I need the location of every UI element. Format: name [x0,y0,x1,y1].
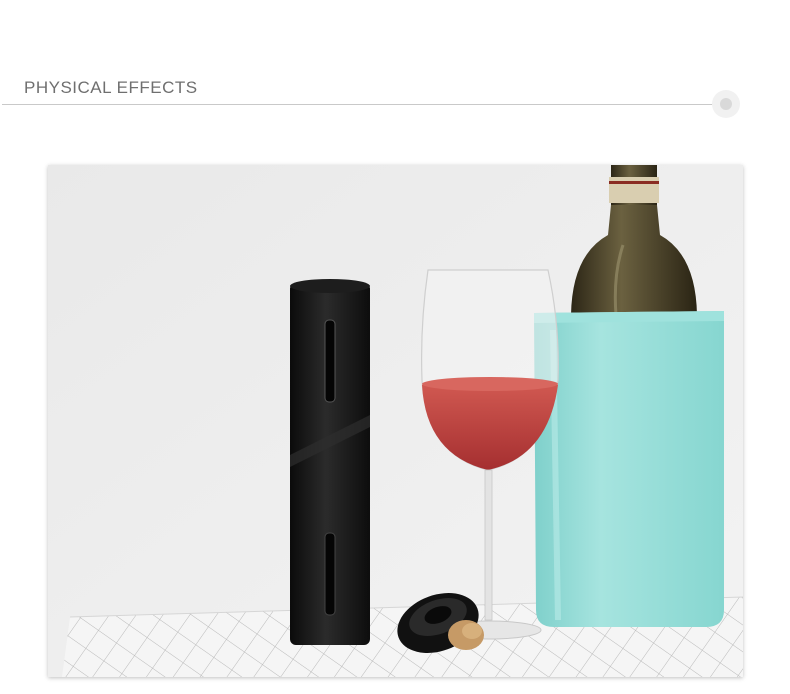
wine-cooler [534,311,724,627]
section-divider [2,104,714,105]
electric-wine-opener [290,279,370,645]
product-photo [48,165,743,677]
cork [448,620,484,650]
section-dot-icon [712,90,740,118]
section-header: PHYSICAL EFFECTS [0,70,745,120]
section-title: PHYSICAL EFFECTS [24,78,198,97]
